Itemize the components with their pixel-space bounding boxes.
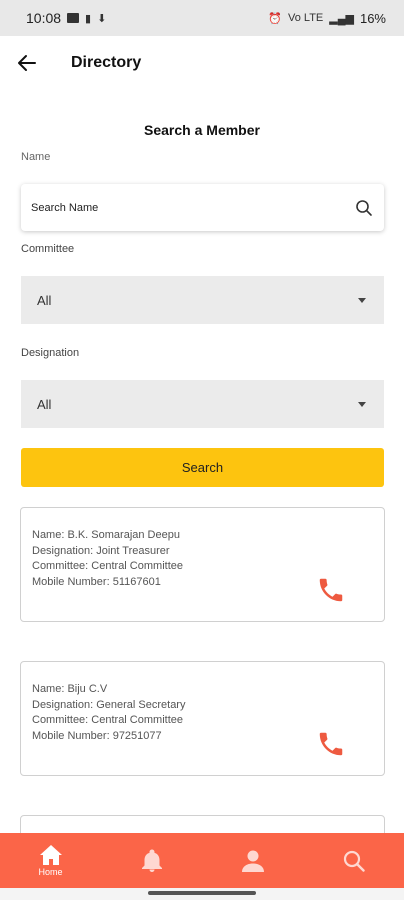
- committee-select[interactable]: All: [21, 276, 384, 324]
- person-icon: [241, 850, 264, 872]
- dropdown-arrow-icon: [358, 297, 366, 303]
- app-header: Directory: [0, 36, 404, 92]
- nav-profile[interactable]: [202, 833, 303, 888]
- signal-icon: ▂▄▆: [329, 12, 354, 25]
- nav-home-label: Home: [38, 867, 63, 877]
- phone-icon: [319, 732, 343, 756]
- call-button[interactable]: [314, 573, 348, 607]
- arrow-left-icon: [18, 55, 36, 71]
- nav-search[interactable]: [303, 833, 404, 888]
- member-name: Name: B.K. Somarajan Deepu: [32, 529, 180, 541]
- status-bar: 10:08 ▮ ⬇ ⏰ Vo LTE ▂▄▆ 16%: [0, 0, 404, 36]
- gesture-area: [0, 888, 404, 900]
- signal-text: Vo LTE: [287, 12, 324, 24]
- member-name: Name: Biju C.V: [32, 683, 108, 695]
- nav-notifications[interactable]: [101, 833, 202, 888]
- gesture-handle[interactable]: [148, 891, 256, 895]
- designation-select[interactable]: All: [21, 380, 384, 428]
- nav-home[interactable]: Home: [0, 833, 101, 888]
- search-icon[interactable]: [354, 198, 374, 218]
- committee-label: Committee: [21, 243, 75, 255]
- dropdown-arrow-icon: [358, 401, 366, 407]
- designation-label: Designation: [21, 347, 80, 359]
- search-icon: [343, 850, 365, 872]
- member-details: Name: Biju C.V Designation: General Secr…: [32, 682, 185, 744]
- member-mobile: Mobile Number: 97251077: [32, 729, 162, 742]
- member-designation: Designation: General Secretary: [32, 698, 186, 711]
- search-section-title: Search a Member: [144, 122, 260, 138]
- status-left: 10:08 ▮ ⬇: [26, 10, 106, 26]
- member-designation: Designation: Joint Treasurer: [32, 544, 170, 557]
- member-card: Name: Biju C.V Designation: General Secr…: [20, 661, 385, 776]
- battery-text: 16%: [359, 10, 386, 26]
- download-icon: ⬇: [97, 12, 107, 25]
- member-details: Name: B.K. Somarajan Deepu Designation: …: [32, 528, 183, 590]
- status-time: 10:08: [26, 10, 62, 26]
- home-icon: [39, 845, 62, 865]
- call-button[interactable]: [314, 727, 348, 761]
- notification-icon: [67, 13, 80, 23]
- name-search-field: [21, 184, 384, 231]
- name-label: Name: [21, 151, 51, 163]
- bell-icon: [141, 849, 162, 872]
- page-title: Directory: [71, 54, 142, 71]
- back-button[interactable]: [14, 50, 40, 76]
- alarm-icon: ⏰: [268, 12, 282, 25]
- phone-icon: [319, 578, 343, 602]
- name-search-input[interactable]: [31, 201, 354, 214]
- designation-selected-value: All: [37, 396, 52, 412]
- signal-small-icon: ▮: [85, 12, 92, 25]
- member-card: Name: B.K. Somarajan Deepu Designation: …: [20, 507, 385, 622]
- member-committee: Committee: Central Committee: [32, 714, 183, 726]
- status-right: ⏰ Vo LTE ▂▄▆ 16%: [268, 11, 386, 26]
- committee-selected-value: All: [37, 292, 52, 308]
- bottom-nav: Home: [0, 833, 404, 888]
- member-mobile: Mobile Number: 51167601: [32, 575, 161, 588]
- member-committee: Committee: Central Committee: [32, 560, 183, 572]
- search-button[interactable]: Search: [21, 448, 384, 487]
